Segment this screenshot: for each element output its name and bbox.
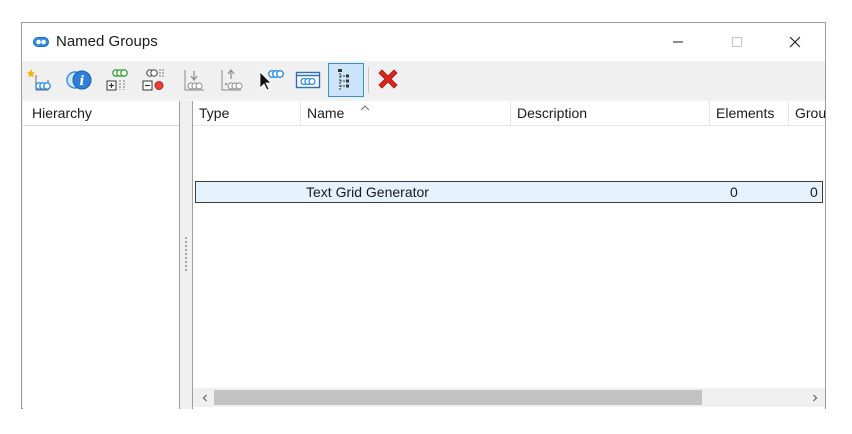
sort-ascending-icon bbox=[360, 105, 370, 111]
close-button[interactable] bbox=[772, 23, 818, 61]
group-info-icon: i bbox=[66, 70, 92, 90]
horizontal-scrollbar[interactable] bbox=[193, 388, 825, 407]
named-groups-window: Named Groups i Hierarchy Type Name Descr… bbox=[21, 22, 826, 409]
row-name: Text Grid Generator bbox=[306, 184, 429, 200]
close-icon bbox=[789, 36, 801, 48]
delete-button[interactable] bbox=[373, 65, 403, 95]
splitter-grip[interactable] bbox=[185, 236, 187, 272]
hierarchy-header: Hierarchy bbox=[23, 101, 179, 126]
table-row[interactable]: Text Grid Generator 0 0 bbox=[195, 181, 823, 203]
scroll-thumb[interactable] bbox=[214, 390, 702, 405]
column-header-elements[interactable]: Elements bbox=[710, 101, 789, 126]
new-group-icon bbox=[27, 69, 51, 91]
scroll-left-button[interactable] bbox=[196, 388, 213, 407]
add-members-icon bbox=[106, 69, 128, 91]
scroll-right-button[interactable] bbox=[806, 388, 823, 407]
remove-from-group-icon bbox=[221, 69, 243, 91]
select-elements-button[interactable] bbox=[255, 65, 285, 95]
grid-header: Type Name Description Elements Grou bbox=[193, 101, 825, 126]
column-header-name[interactable]: Name bbox=[301, 101, 511, 126]
select-elements-icon bbox=[259, 69, 284, 91]
row-groups: 0 bbox=[810, 184, 818, 200]
minimize-button[interactable] bbox=[655, 23, 701, 61]
pane-splitter[interactable] bbox=[180, 101, 192, 409]
minimize-icon bbox=[673, 41, 683, 43]
maximize-icon bbox=[732, 37, 742, 47]
toolbar-separator bbox=[368, 67, 369, 93]
title-bar: Named Groups bbox=[22, 23, 825, 61]
column-header-groups[interactable]: Grou bbox=[789, 101, 825, 126]
svg-text:i: i bbox=[80, 74, 85, 89]
hierarchy-view-button[interactable] bbox=[328, 63, 364, 97]
hierarchy-pane[interactable]: Hierarchy bbox=[23, 101, 180, 409]
column-header-description[interactable]: Description bbox=[511, 101, 710, 126]
view-group-icon bbox=[295, 71, 321, 89]
group-info-button[interactable]: i bbox=[64, 65, 94, 95]
remove-members-button[interactable] bbox=[139, 65, 169, 95]
window-title: Named Groups bbox=[56, 33, 158, 50]
groups-list[interactable]: Type Name Description Elements Grou Text… bbox=[192, 101, 825, 409]
add-members-button[interactable] bbox=[103, 65, 133, 95]
toolbar: i bbox=[22, 61, 825, 99]
chevron-right-icon bbox=[812, 394, 817, 401]
add-to-group-icon bbox=[184, 70, 204, 91]
maximize-button[interactable] bbox=[714, 23, 760, 61]
new-group-button[interactable] bbox=[25, 65, 55, 95]
hierarchy-view-icon bbox=[338, 69, 349, 90]
chevron-left-icon bbox=[202, 394, 207, 401]
remove-members-icon bbox=[142, 69, 164, 91]
column-header-type[interactable]: Type bbox=[193, 101, 301, 126]
add-to-group-button[interactable] bbox=[179, 65, 209, 95]
named-groups-icon bbox=[33, 37, 49, 47]
remove-from-group-button[interactable] bbox=[216, 65, 246, 95]
delete-icon bbox=[378, 69, 398, 89]
view-group-button[interactable] bbox=[293, 65, 323, 95]
row-elements: 0 bbox=[730, 184, 738, 200]
